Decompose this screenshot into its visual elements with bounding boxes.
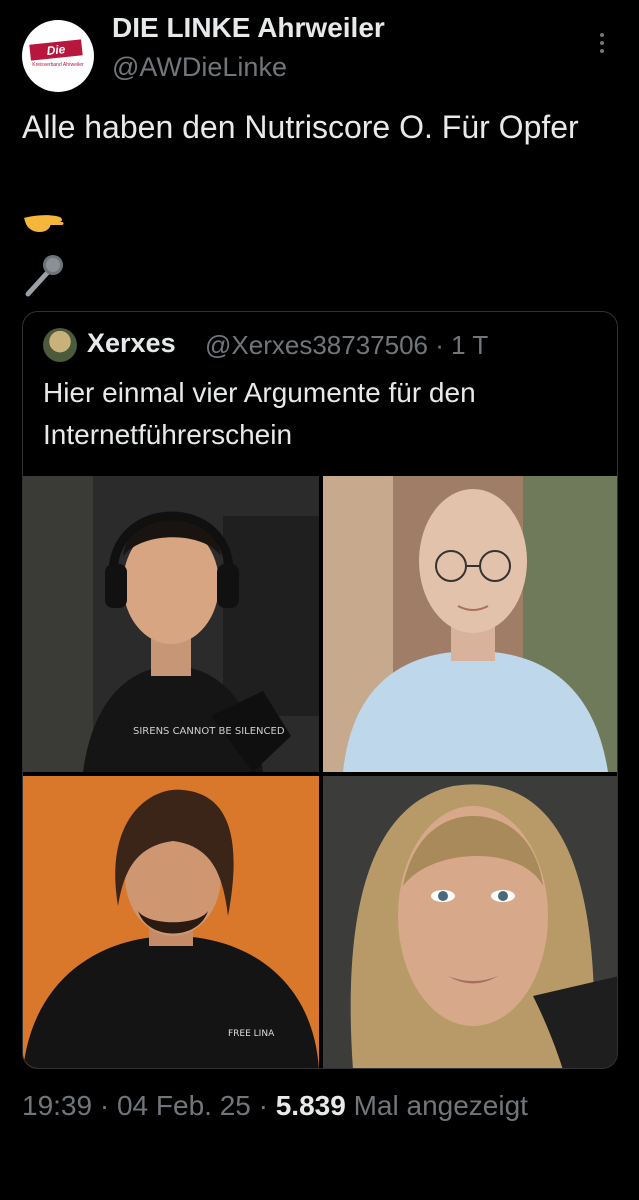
tweet-text: Alle haben den Nutriscore O. Für Opfer <box>22 109 579 145</box>
quoted-tweet[interactable]: Xerxes @Xerxes38737506 · 1 T Hier einmal… <box>22 311 618 1069</box>
media-grid[interactable]: SIRENS CANNOT BE SILENCED FREE LINA <box>23 476 617 1068</box>
man-with-long-hair-photo[interactable]: FREE LINA <box>23 776 319 1068</box>
shirt-text-1: SIRENS CANNOT BE SILENCED <box>133 726 285 737</box>
blonde-woman-portrait-photo[interactable] <box>323 776 617 1068</box>
bald-man-with-glasses-photo[interactable] <box>323 476 617 772</box>
quoted-tweet-text: Hier einmal vier Argumente für den Inter… <box>43 377 476 450</box>
pointing-hand-icon <box>24 215 64 232</box>
author-avatar[interactable]: Die Linke Kreisverband Ahrweiler <box>22 20 94 92</box>
woman-with-headset-photo[interactable]: SIRENS CANNOT BE SILENCED <box>23 476 319 772</box>
view-count: 5.839 <box>275 1090 346 1121</box>
avatar-subtext: Kreisverband Ahrweiler <box>32 62 84 68</box>
quoted-handle-time[interactable]: @Xerxes38737506 · 1 T <box>205 330 488 361</box>
quoted-avatar[interactable] <box>43 328 77 362</box>
view-count-label: Mal angezeigt <box>353 1090 528 1121</box>
author-handle[interactable]: @AWDieLinke <box>112 52 287 83</box>
author-name[interactable]: DIE LINKE Ahrweiler <box>112 12 385 44</box>
die-linke-logo: Die Linke <box>29 39 83 75</box>
tweet-time[interactable]: 19:39 <box>22 1090 92 1121</box>
tweet-metadata: 19:39 · 04 Feb. 25 · 5.839 Mal angezeigt <box>22 1090 528 1121</box>
quoted-author-name[interactable]: Xerxes <box>87 328 176 359</box>
more-options-icon[interactable] <box>590 30 614 60</box>
microphone-icon <box>25 255 63 297</box>
shirt-text-3: FREE LINA <box>228 1029 275 1039</box>
tweet-date[interactable]: 04 Feb. 25 <box>117 1090 251 1121</box>
